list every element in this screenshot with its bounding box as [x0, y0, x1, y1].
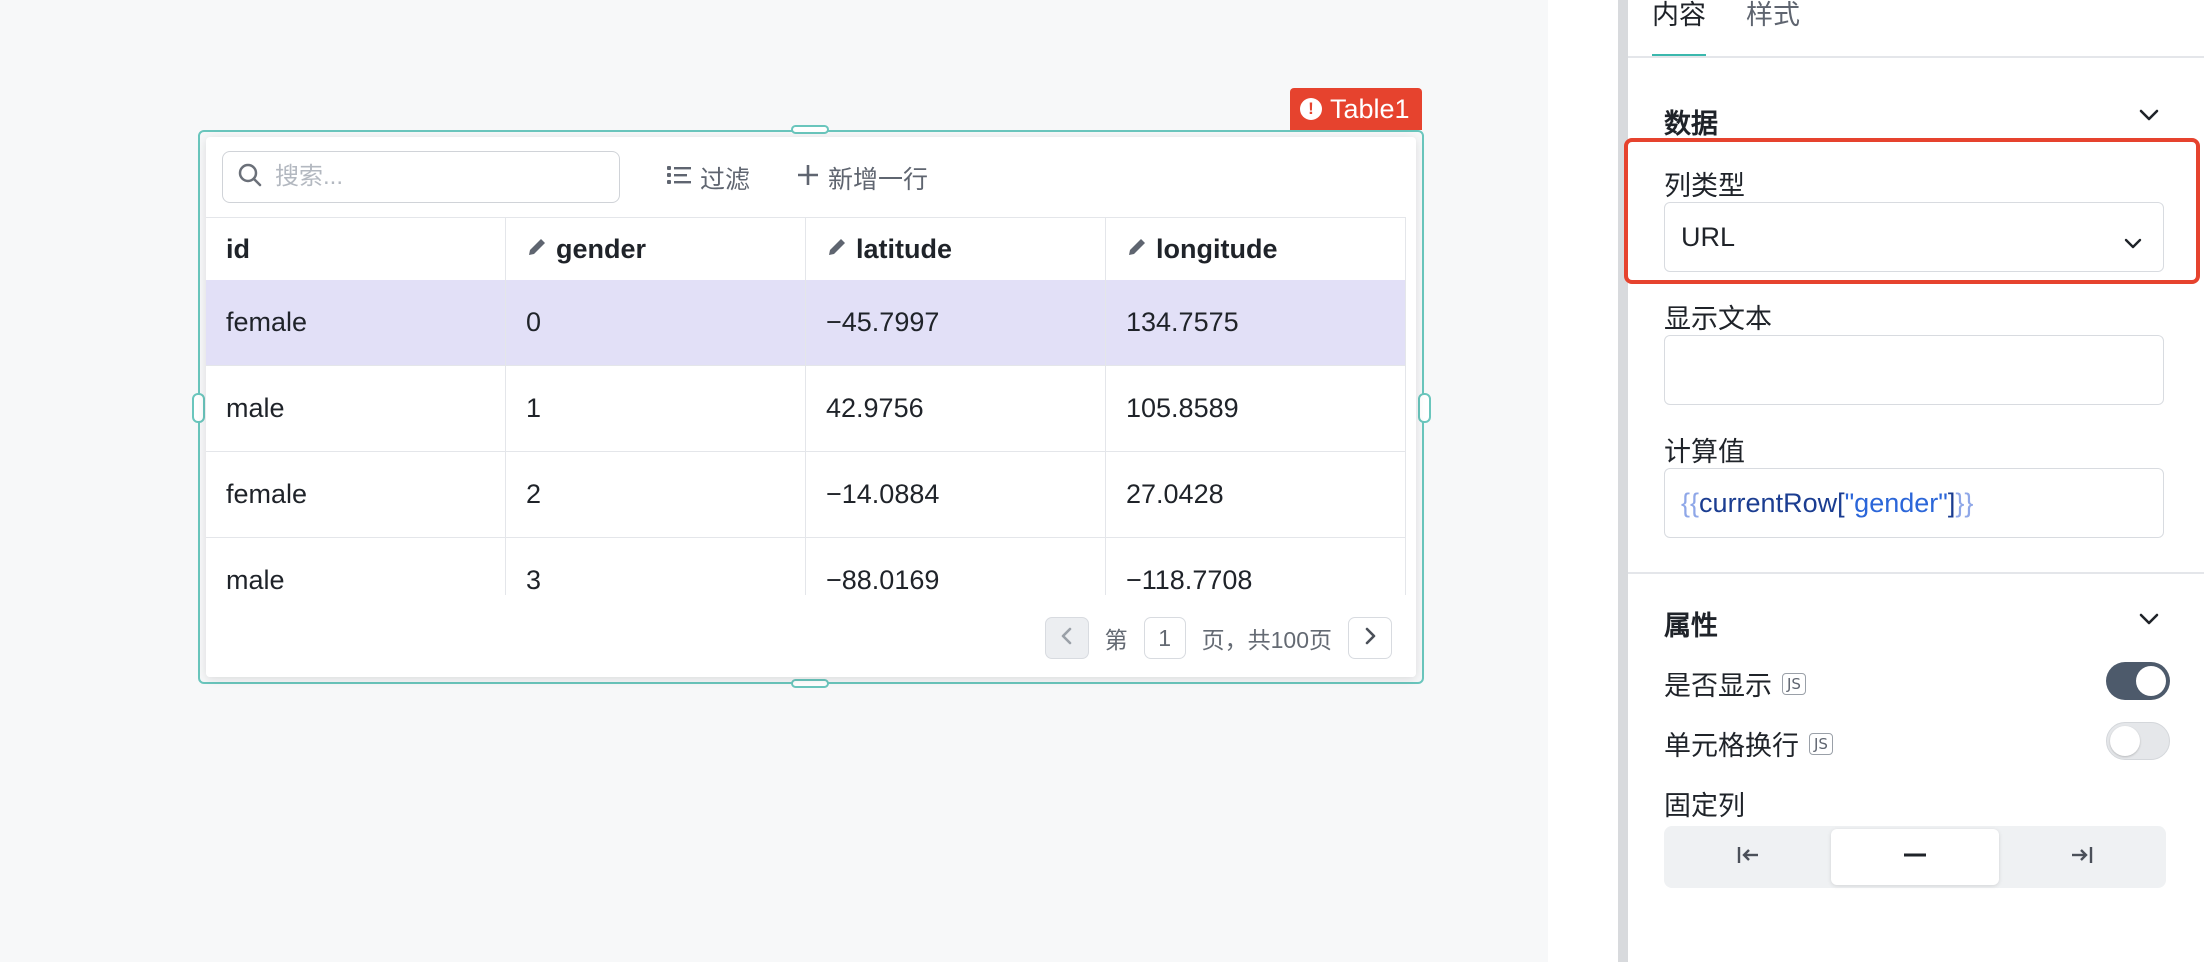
fixed-column-label: 固定列 — [1664, 791, 1745, 821]
component-name-tag[interactable]: ! Table1 — [1290, 88, 1422, 130]
computed-value-label: 计算值 — [1664, 437, 1745, 467]
column-header-id[interactable]: id — [206, 218, 506, 281]
resize-handle-top[interactable] — [791, 125, 829, 134]
chevron-down-icon[interactable] — [2138, 108, 2160, 127]
dash-icon — [1901, 843, 1929, 872]
edit-icon — [526, 234, 548, 265]
table-cell[interactable]: −45.7997 — [806, 280, 1106, 365]
tabs-divider — [1628, 56, 2204, 58]
tab-style[interactable]: 样式 — [1746, 0, 1800, 54]
column-header-latitude[interactable]: latitude — [806, 218, 1106, 281]
section-divider — [1628, 572, 2204, 574]
component-name: Table1 — [1330, 93, 1410, 124]
table-cell[interactable]: 42.9756 — [806, 366, 1106, 451]
fixed-right-option[interactable] — [1999, 826, 2166, 888]
resize-handle-bottom[interactable] — [791, 679, 829, 688]
table-cell[interactable]: 27.0428 — [1106, 452, 1406, 537]
resize-handle-left[interactable] — [192, 393, 205, 423]
add-row-label: 新增一行 — [828, 166, 929, 194]
table-widget[interactable]: 过滤 新增一行 id gender latitude — [206, 137, 1416, 677]
filter-label: 过滤 — [700, 166, 751, 194]
table-body: female 0 −45.7997 134.7575 male 1 42.975… — [206, 280, 1406, 595]
display-text-input[interactable] — [1664, 335, 2164, 405]
canvas-gutter — [1548, 0, 1618, 962]
table-search[interactable] — [222, 151, 620, 203]
search-input[interactable] — [273, 162, 597, 192]
wrap-setting: 单元格换行 JS — [1664, 724, 1833, 763]
table-cell[interactable]: −118.7708 — [1106, 538, 1406, 595]
resize-handle-right[interactable] — [1418, 393, 1431, 423]
table-row[interactable]: female 0 −45.7997 134.7575 — [206, 280, 1406, 366]
table-row[interactable]: male 3 −88.0169 −118.7708 — [206, 538, 1406, 595]
chevron-down-icon[interactable] — [2138, 612, 2160, 631]
table-cell[interactable]: female — [206, 452, 506, 537]
edit-icon — [826, 234, 848, 265]
filter-button[interactable]: 过滤 — [666, 159, 750, 197]
edit-icon — [1126, 234, 1148, 265]
visible-toggle[interactable] — [2106, 662, 2170, 700]
visible-label: 是否显示 — [1664, 671, 1772, 701]
visible-setting: 是否显示 JS — [1664, 664, 1806, 703]
table-row[interactable]: female 2 −14.0884 27.0428 — [206, 452, 1406, 538]
table-cell[interactable]: 3 — [506, 538, 806, 595]
table-toolbar: 过滤 新增一行 — [206, 137, 1416, 217]
table-cell[interactable]: female — [206, 280, 506, 365]
table-cell[interactable]: 0 — [506, 280, 806, 365]
page-number-input[interactable]: 1 — [1143, 617, 1186, 659]
add-row-button[interactable]: 新增一行 — [796, 159, 928, 197]
fixed-column-segmented — [1664, 826, 2166, 888]
wrap-label: 单元格换行 — [1664, 731, 1799, 761]
editor-canvas: ! Table1 过滤 新增一行 — [0, 0, 1548, 962]
plus-icon — [796, 163, 820, 194]
table-cell[interactable]: 2 — [506, 452, 806, 537]
next-page-button[interactable] — [1348, 617, 1392, 659]
tab-content[interactable]: 内容 — [1652, 0, 1706, 58]
wrap-toggle[interactable] — [2106, 722, 2170, 760]
filter-icon — [666, 163, 692, 194]
table-cell[interactable]: −88.0169 — [806, 538, 1106, 595]
pagination: 第 1 页，共100页 — [206, 595, 1416, 677]
table-cell[interactable]: male — [206, 366, 506, 451]
table-cell[interactable]: 105.8589 — [1106, 366, 1406, 451]
pin-right-icon — [2068, 843, 2096, 872]
display-text-label: 显示文本 — [1664, 304, 1772, 334]
table-row[interactable]: male 1 42.9756 105.8589 — [206, 366, 1406, 452]
prev-page-button[interactable] — [1044, 617, 1089, 659]
js-badge[interactable]: JS — [1809, 732, 1833, 755]
chevron-left-icon — [1058, 625, 1076, 652]
fixed-none-option[interactable] — [1831, 829, 1999, 885]
computed-value-editor[interactable]: {{currentRow["gender"]}} — [1664, 468, 2164, 538]
table-cell[interactable]: 134.7575 — [1106, 280, 1406, 365]
page-suffix: 页，共100页 — [1201, 627, 1332, 653]
pin-left-icon — [1734, 843, 1762, 872]
search-icon — [237, 162, 263, 193]
data-section-title[interactable]: 数据 — [1664, 102, 1718, 141]
props-section-title[interactable]: 属性 — [1664, 604, 1718, 643]
column-header-longitude[interactable]: longitude — [1106, 218, 1406, 281]
fixed-left-option[interactable] — [1664, 826, 1831, 888]
chevron-right-icon — [1361, 625, 1379, 652]
column-header-gender[interactable]: gender — [506, 218, 806, 281]
js-badge[interactable]: JS — [1782, 672, 1806, 695]
table-cell[interactable]: 1 — [506, 366, 806, 451]
table-cell[interactable]: −14.0884 — [806, 452, 1106, 537]
column-type-highlight — [1624, 138, 2200, 284]
panel-tabs: 内容 样式 — [1652, 0, 1800, 58]
table-cell[interactable]: male — [206, 538, 506, 595]
error-icon: ! — [1300, 98, 1322, 120]
table-header: id gender latitude longitude — [206, 217, 1406, 282]
page-prefix: 第 — [1104, 627, 1128, 653]
